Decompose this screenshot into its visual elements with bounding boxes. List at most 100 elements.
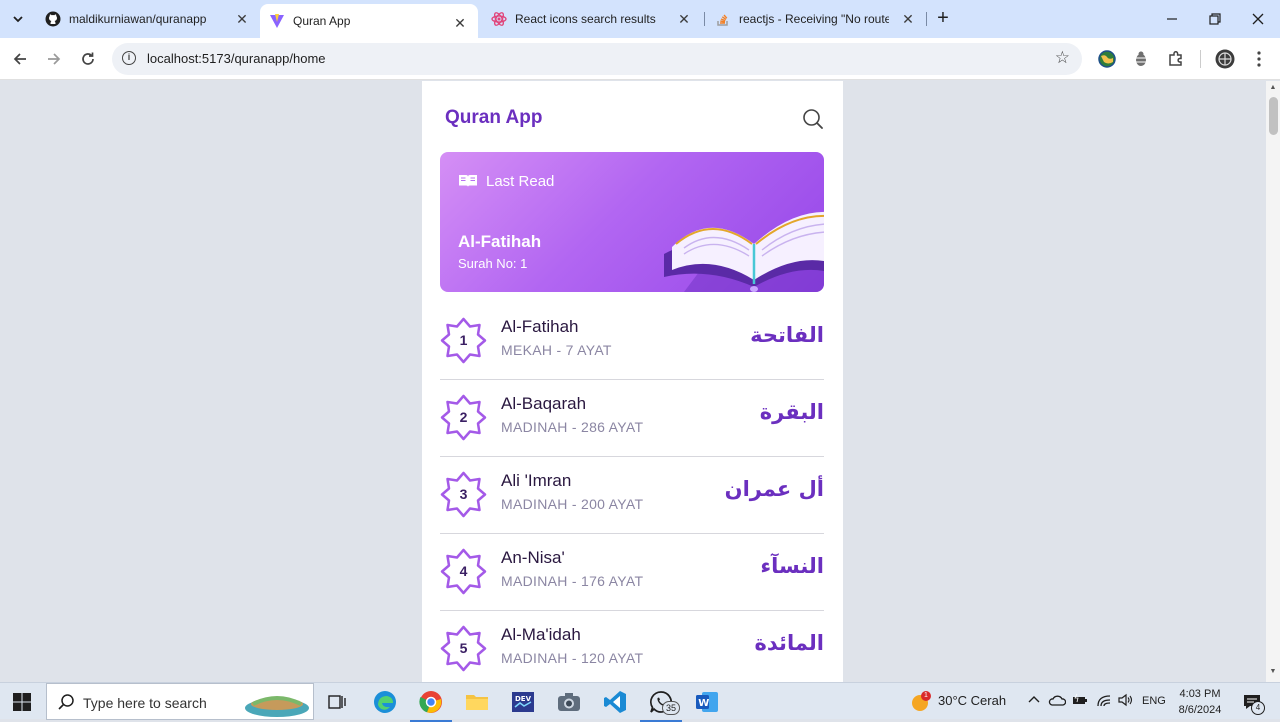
svg-text:W: W xyxy=(698,698,709,709)
page-scrollbar[interactable]: ▲ ▼ xyxy=(1266,81,1280,682)
vscode-taskbar-button[interactable] xyxy=(602,689,628,715)
arrow-left-icon xyxy=(13,53,26,65)
surah-number-badge: 5 xyxy=(440,625,487,672)
open-quran-illustration xyxy=(664,211,824,292)
last-read-card[interactable]: Last Read Al-Fatihah Surah No: 1 xyxy=(440,152,824,292)
dev-app-taskbar-button[interactable]: DEV xyxy=(510,689,536,715)
weather-button[interactable]: 1 xyxy=(908,689,934,715)
language-indicator[interactable]: ENG xyxy=(1142,695,1166,707)
close-icon[interactable]: ✕ xyxy=(676,11,692,27)
back-button[interactable] xyxy=(9,48,31,70)
search-icon[interactable] xyxy=(802,108,824,130)
word-taskbar-button[interactable]: W xyxy=(694,689,720,715)
battery-icon[interactable] xyxy=(1072,693,1088,710)
task-view-icon xyxy=(328,695,346,709)
surah-latin-name: Al-Baqarah xyxy=(501,394,587,413)
surah-latin-name: Al-Fatihah xyxy=(501,317,579,336)
clock-time: 4:03 PM xyxy=(1179,688,1221,700)
volume-icon[interactable] xyxy=(1118,693,1134,710)
chrome-icon xyxy=(419,691,442,713)
whatsapp-taskbar-button[interactable]: 35 xyxy=(640,689,682,722)
chrome-taskbar-button[interactable] xyxy=(410,689,452,722)
search-icon xyxy=(58,694,74,710)
surah-list-item[interactable]: 3 Ali 'Imran MADINAH - 200 AYAT أل عمران xyxy=(440,457,824,534)
windows-logo-icon xyxy=(13,693,31,711)
surah-meta: MADINAH - 286 AYAT xyxy=(501,419,644,435)
forward-button[interactable] xyxy=(43,48,65,70)
surah-meta: MADINAH - 120 AYAT xyxy=(501,650,644,666)
surah-list-item[interactable]: 2 Al-Baqarah MADINAH - 286 AYAT البقرة xyxy=(440,380,824,457)
tab-divider xyxy=(926,12,927,26)
close-icon xyxy=(1252,13,1264,25)
taskbar-search-box[interactable]: Type here to search xyxy=(46,683,314,720)
tab-stackoverflow[interactable]: reactjs - Receiving "No routes m ✕ xyxy=(706,0,926,38)
edge-taskbar-button[interactable] xyxy=(372,689,398,715)
taskbar-search-placeholder: Type here to search xyxy=(83,695,207,711)
surah-arabic-name: البقرة xyxy=(759,400,824,424)
camera-taskbar-button[interactable] xyxy=(556,689,582,715)
restore-button[interactable] xyxy=(1204,8,1226,30)
notification-count-badge: 4 xyxy=(1251,701,1265,715)
weather-text[interactable]: 30°C Cerah xyxy=(938,693,1006,708)
page-viewport: Quran App Last Read Al-Fatihah Surah No:… xyxy=(0,81,1266,682)
word-icon: W xyxy=(696,692,718,712)
edge-icon xyxy=(374,691,396,713)
browser-menu-icon[interactable] xyxy=(1249,49,1269,69)
weather-badge: 1 xyxy=(921,691,931,701)
minimize-button[interactable] xyxy=(1161,8,1183,30)
surah-number-badge: 1 xyxy=(440,317,487,364)
tab-search-button[interactable] xyxy=(6,7,30,31)
new-tab-button[interactable]: + xyxy=(932,8,954,30)
extension-globe-icon[interactable] xyxy=(1097,49,1117,69)
scroll-up-arrow-icon[interactable]: ▲ xyxy=(1269,84,1277,91)
github-icon xyxy=(45,11,61,27)
tab-quran-app[interactable]: Quran App ✕ xyxy=(260,4,478,38)
address-bar[interactable]: i localhost:5173/quranapp/home ☆ xyxy=(112,43,1082,75)
last-read-surah-name: Al-Fatihah xyxy=(458,232,542,251)
search-highlight-illustration xyxy=(245,696,309,717)
url-text: localhost:5173/quranapp/home xyxy=(147,51,326,66)
tray-expand-icon[interactable] xyxy=(1028,693,1040,710)
close-icon[interactable]: ✕ xyxy=(234,11,250,27)
tab-divider xyxy=(704,12,705,26)
tab-strip: maldikurniawan/quranapp ✕ Quran App ✕ Re… xyxy=(0,0,1280,38)
surah-meta: MADINAH - 200 AYAT xyxy=(501,496,644,512)
onedrive-icon[interactable] xyxy=(1048,693,1067,710)
scroll-down-arrow-icon[interactable]: ▼ xyxy=(1269,668,1277,675)
surah-number-badge: 2 xyxy=(440,394,487,441)
extension-bug-icon[interactable] xyxy=(1131,49,1151,69)
surah-number: 4 xyxy=(459,563,468,579)
surah-number: 1 xyxy=(459,332,468,348)
wifi-icon[interactable] xyxy=(1096,693,1112,710)
extensions-puzzle-icon[interactable] xyxy=(1166,49,1186,69)
surah-number: 5 xyxy=(459,640,468,656)
tab-github[interactable]: maldikurniawan/quranapp ✕ xyxy=(38,0,260,38)
close-window-button[interactable] xyxy=(1247,8,1269,30)
site-info-icon[interactable]: i xyxy=(122,51,136,65)
surah-meta: MADINAH - 176 AYAT xyxy=(501,573,644,589)
bookmark-star-icon[interactable]: ☆ xyxy=(1055,48,1070,68)
scrollbar-thumb[interactable] xyxy=(1269,97,1278,135)
arrow-right-icon xyxy=(48,53,61,65)
profile-avatar-icon[interactable] xyxy=(1215,49,1235,69)
surah-list-item[interactable]: 4 An-Nisa' MADINAH - 176 AYAT النسآء xyxy=(440,534,824,611)
reload-icon xyxy=(82,52,94,65)
windows-start-button[interactable] xyxy=(12,692,32,712)
file-explorer-taskbar-button[interactable] xyxy=(464,689,490,715)
notification-center-button[interactable]: 4 xyxy=(1239,689,1265,715)
book-open-icon xyxy=(459,175,477,187)
close-icon[interactable]: ✕ xyxy=(900,11,916,27)
tab-react-icons[interactable]: React icons search results ✕ xyxy=(482,0,702,38)
reload-button[interactable] xyxy=(77,48,99,70)
task-view-button[interactable] xyxy=(324,689,350,715)
vscode-icon xyxy=(604,691,626,713)
react-icons-icon xyxy=(491,11,507,27)
taskbar-clock[interactable]: 4:03 PM 8/6/2024 xyxy=(1172,686,1228,718)
close-icon[interactable]: ✕ xyxy=(452,15,468,31)
windows-taskbar: Type here to search DEV 35 W 1 30°C Cera… xyxy=(0,682,1280,722)
minimize-icon xyxy=(1167,18,1177,20)
surah-number-badge: 3 xyxy=(440,471,487,518)
quran-app-container: Quran App Last Read Al-Fatihah Surah No:… xyxy=(422,81,843,682)
surah-list-item[interactable]: 1 Al-Fatihah MEKAH - 7 AYAT الفاتحة xyxy=(440,303,824,380)
surah-list-item[interactable]: 5 Al-Ma'idah MADINAH - 120 AYAT المائدة xyxy=(440,611,824,682)
